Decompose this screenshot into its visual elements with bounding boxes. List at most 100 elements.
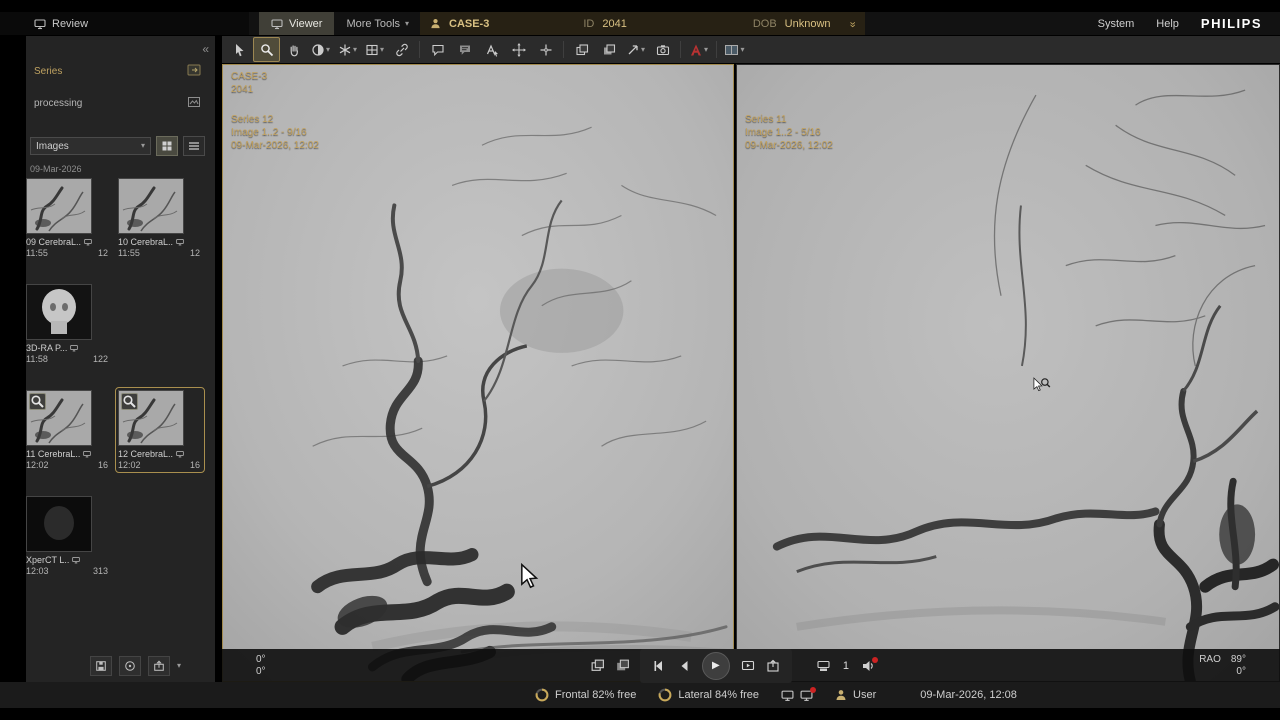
save-series-button[interactable] [89,656,112,676]
sent-icon [83,450,91,458]
pan-tool-button[interactable] [280,37,307,62]
frontal-storage-status: Frontal 82% free [535,688,636,702]
lateral-storage-status: Lateral 84% free [658,688,759,702]
copy-view-button[interactable] [590,658,605,673]
sent-icon [176,238,184,246]
series-thumbnail[interactable]: 10 CerebraL.. 11:55 12 [118,178,202,258]
cascade-view-button[interactable] [615,658,630,673]
viewport-left[interactable]: CASE-3 2041 Series 12 Image 1..2 - 9/16 … [222,64,734,682]
patient-dob: Unknown [784,17,831,30]
overlay-datetime: 09-Mar-2026, 12:02 [231,140,319,151]
actions-more-icon[interactable]: ▾ [177,662,181,670]
archive-button[interactable] [118,656,141,676]
image-viewer: CASE-3 2041 Series 12 Image 1..2 - 9/16 … [222,64,1280,683]
series-panel-icon[interactable] [187,64,201,79]
play-button[interactable]: ▶ [701,651,730,680]
frame-back-button[interactable] [677,659,691,673]
transfer-status-icons[interactable] [781,686,817,702]
text-marker-tool-button[interactable] [478,37,505,62]
user-label: User [853,689,877,701]
zoom-tool-button[interactable] [253,37,280,62]
move-crosshair-tool-button[interactable] [505,37,532,62]
overlay-case-info: CASE-3 2041 [231,70,267,96]
grid-view-button[interactable] [156,136,178,156]
patient-banner[interactable]: CASE-3 ID 2041 DOB Unknown » [420,12,865,35]
comment-tool-button[interactable] [424,37,451,62]
processing-row[interactable]: processing [34,96,201,111]
user-status[interactable]: User [835,689,876,701]
thumb-time: 12:02 [118,460,141,470]
select-tool-button[interactable] [226,37,253,62]
magnifier-icon [122,394,137,409]
grid-tool-button[interactable]: ▾ [361,37,388,62]
overlay-series-info-right: Series 11 Image 1..2 - 5/16 09-Mar-2026,… [745,113,833,152]
gauge-icon [658,688,672,702]
series-label: Series [34,66,63,77]
thumb-label: 10 CerebraL.. [118,237,174,247]
series-thumbnail-selected[interactable]: 12 CerebraL.. 12:02 16 [115,387,205,473]
overlay-series-info-left: Series 12 Image 1..2 - 9/16 09-Mar-2026,… [231,113,319,152]
images-dropdown-value: Images [36,140,69,152]
date-group-header: 09-Mar-2026 [30,164,82,174]
layout-tool-button[interactable]: ▾ [721,37,748,62]
sent-icon [176,450,184,458]
list-view-button[interactable] [183,136,205,156]
magnifier-icon [30,394,45,409]
thumb-label: XperCT L.. [26,555,70,565]
link-tool-button[interactable] [388,37,415,62]
help-menu[interactable]: Help [1156,18,1179,30]
collapse-sidebar-icon[interactable]: « [202,42,209,56]
overlay-image-info: Image 1..2 - 5/16 [745,127,821,138]
snapshot-tool-button[interactable] [649,37,676,62]
workstation-icon [781,689,794,702]
export-button[interactable] [147,656,170,676]
user-icon [835,689,847,701]
audio-button[interactable] [861,656,878,673]
chevron-down-icon: ▾ [405,18,410,28]
frame-forward-button[interactable] [741,659,755,673]
store-button[interactable] [816,659,831,673]
projection-label: RAO [1199,653,1221,665]
subtract-tool-button[interactable] [595,37,622,62]
thumb-label: 12 CerebraL.. [118,449,174,459]
series-thumbnail[interactable]: 3D-RA P... 11:58 122 [26,284,110,364]
series-header-row[interactable]: Series [34,64,201,79]
series-thumbnail[interactable]: 09 CerebraL.. 11:55 12 [26,178,110,258]
review-area[interactable]: Review [0,12,249,35]
sharpen-tool-button[interactable]: ▾ [334,37,361,62]
tab-viewer[interactable]: Viewer [259,12,335,35]
crosshair-tool-button[interactable] [532,37,559,62]
sent-icon [72,556,80,564]
gauge-icon [535,688,549,702]
expand-banner-icon[interactable]: » [846,21,858,26]
more-tools-label: More Tools [346,17,401,30]
viewport-right[interactable]: Series 11 Image 1..2 - 5/16 09-Mar-2026,… [736,64,1280,682]
patient-dob-label: DOB [752,17,777,30]
angiogram-image-left [223,65,733,681]
step-back-button[interactable] [652,659,666,673]
system-menu[interactable]: System [1098,18,1135,30]
export-run-button[interactable] [766,659,780,673]
images-dropdown[interactable]: Images ▾ [30,137,151,155]
thumb-count: 16 [189,460,200,470]
series-thumbnail[interactable]: 11 CerebraL.. 12:02 16 [26,390,110,470]
compare-tool-button[interactable] [568,37,595,62]
angiogram-image-right [737,65,1279,681]
angle-value: 0° [256,665,266,677]
window-level-tool-button[interactable]: ▾ [307,37,334,62]
thumb-count: 313 [92,566,108,576]
processing-label: processing [34,98,83,109]
more-tools-menu[interactable]: More Tools ▾ [334,12,421,35]
angle-value: 0° [256,653,266,665]
processing-icon[interactable] [187,96,201,111]
series-thumbnail[interactable]: XperCT L.. 12:03 313 [26,496,110,576]
annotation-list-button[interactable] [451,37,478,62]
notification-dot [871,656,878,663]
series-sidebar: « Series processing Images ▾ 09-Mar-2026… [0,36,215,682]
zoomed-badge [121,393,138,410]
arrow-annotation-tool-button[interactable]: ▾ [622,37,649,62]
chevron-down-icon: ▾ [352,44,357,54]
frame-count: 1 [842,659,849,672]
vessel-analysis-tool-button[interactable]: ▾ [685,37,712,62]
thumb-time: 12:03 [26,566,49,576]
